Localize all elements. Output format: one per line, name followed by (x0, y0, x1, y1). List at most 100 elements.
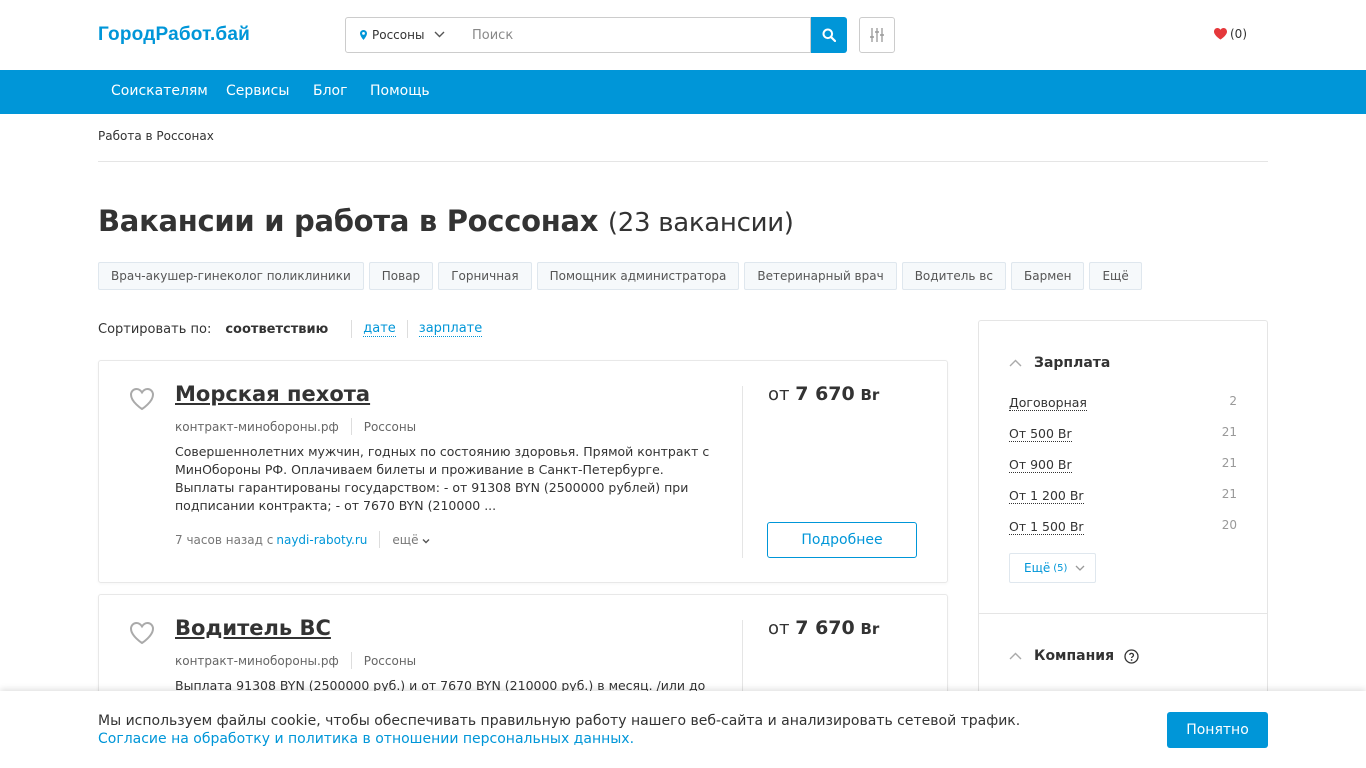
vacancy-source-link[interactable]: naydi-raboty.ru (276, 533, 367, 547)
salary-prefix: от (768, 384, 790, 405)
tag-item[interactable]: Повар (368, 262, 434, 290)
meta-separator (350, 418, 352, 435)
city-select-value: Россоны (372, 28, 425, 42)
salary-filter-option[interactable]: От 1 500 Br 20 (1009, 518, 1237, 535)
tag-item[interactable]: Горничная (438, 262, 532, 290)
favorites-link[interactable]: (0) (1214, 27, 1247, 41)
vacancy-footer: 7 часов назад с naydi-raboty.ru ещё (175, 531, 430, 548)
salary-prefix: от (768, 618, 790, 639)
help-icon[interactable] (1124, 648, 1139, 664)
divider (98, 161, 1268, 162)
cookie-message: Мы используем файлы cookie, чтобы обеспе… (98, 713, 1021, 729)
site-header: ГородРабот.бай Россоны (0) (0, 0, 1366, 70)
vacancy-salary: от 7 670 Br (768, 383, 879, 405)
salary-filter-option[interactable]: От 500 Br 21 (1009, 425, 1237, 442)
nav-item-job-seekers[interactable]: Соискателям (111, 83, 208, 99)
tag-item[interactable]: Помощник администратора (536, 262, 740, 290)
chevron-up-icon (1009, 359, 1022, 367)
salary-more-label: Ещё (1024, 561, 1051, 575)
salary-amount: 7 670 (795, 617, 855, 639)
salary-filter-option[interactable]: От 1 200 Br 21 (1009, 487, 1237, 504)
salary-amount: 7 670 (795, 383, 855, 405)
salary-filter-option[interactable]: Договорная 2 (1009, 394, 1237, 411)
cookie-accept-button[interactable]: Понятно (1167, 712, 1268, 748)
salary-filter-option[interactable]: От 900 Br 21 (1009, 456, 1237, 473)
salary-filter-title: Зарплата (1034, 355, 1111, 371)
salary-filter-label: Договорная (1009, 395, 1087, 411)
salary-filter-label: От 900 Br (1009, 457, 1072, 473)
vacancy-title[interactable]: Водитель ВС (175, 616, 331, 640)
sort-separator (351, 320, 353, 338)
company-filter-heading[interactable]: Компания (1009, 648, 1139, 664)
salary-filter-count: 21 (1221, 425, 1237, 439)
page-title-text: Вакансии и работа в Россонах (98, 204, 599, 238)
nav-item-blog[interactable]: Блог (313, 83, 347, 99)
sort-option-relevance[interactable]: соответствию (225, 322, 340, 337)
salary-filter-count: 21 (1221, 487, 1237, 501)
sort-label: Сортировать по: (98, 321, 212, 337)
salary-filter-label: От 1 500 Br (1009, 519, 1084, 535)
chevron-down-icon (422, 538, 430, 543)
meta-separator (350, 652, 352, 669)
vacancy-count: (23 вакансии) (607, 208, 794, 238)
cookie-text-block: Мы используем файлы cookie, чтобы обеспе… (98, 712, 1020, 748)
vacancy-card: Морская пехота контракт-минобороны.рф Ро… (98, 360, 948, 583)
vacancy-salary: от 7 670 Br (768, 617, 879, 639)
salary-filter-label: От 1 200 Br (1009, 488, 1084, 504)
footer-separator (379, 531, 381, 548)
vacancy-city: Россоны (363, 419, 417, 434)
sort-option-date[interactable]: дате (363, 321, 396, 337)
cookie-banner: Мы используем файлы cookie, чтобы обеспе… (0, 691, 1366, 768)
location-pin-icon (360, 30, 367, 40)
favorites-count: (0) (1230, 27, 1247, 41)
salary-filter-count: 2 (1229, 394, 1237, 408)
tag-item[interactable]: Врач-акушер-гинеколог поликлиники (98, 262, 364, 290)
salary-filter-heading[interactable]: Зарплата (1009, 355, 1110, 371)
sliders-icon (870, 28, 884, 42)
vacancy-company: контракт-минобороны.рф (175, 653, 339, 668)
salary-currency: Br (860, 620, 880, 638)
details-button[interactable]: Подробнее (767, 522, 917, 558)
tags-more-button[interactable]: Ещё (1089, 262, 1142, 290)
favorite-heart-icon[interactable] (129, 387, 155, 411)
sort-option-salary[interactable]: зарплате (418, 321, 483, 337)
sidebar-divider (979, 613, 1267, 614)
salary-filter-label: От 500 Br (1009, 426, 1072, 442)
vacancy-city: Россоны (363, 653, 417, 668)
company-filter-title: Компания (1034, 648, 1115, 664)
search-icon (822, 28, 836, 42)
vacancy-more-label: ещё (392, 532, 419, 547)
vacancy-title[interactable]: Морская пехота (175, 382, 370, 406)
city-select[interactable]: Россоны (345, 17, 458, 53)
vacancy-meta: контракт-минобороны.рф Россоны (175, 418, 416, 435)
privacy-policy-link[interactable]: Согласие на обработку и политика в отнош… (98, 730, 1020, 748)
chevron-down-icon (434, 31, 445, 38)
chevron-up-icon (1009, 652, 1022, 660)
vacancy-more-toggle[interactable]: ещё (392, 533, 430, 547)
salary-currency: Br (860, 386, 880, 404)
favorite-heart-icon[interactable] (129, 621, 155, 645)
tag-item[interactable]: Водитель вс (901, 262, 1006, 290)
breadcrumb: Работа в Россонах (98, 129, 214, 143)
heart-icon (1214, 28, 1227, 40)
vacancy-meta: контракт-минобороны.рф Россоны (175, 652, 416, 669)
search-button[interactable] (811, 17, 847, 53)
sort-separator (406, 320, 408, 338)
nav-item-services[interactable]: Сервисы (226, 83, 289, 99)
filter-button[interactable] (859, 17, 895, 53)
vacancy-company: контракт-минобороны.рф (175, 419, 339, 434)
sort-bar: Сортировать по: соответствию дате зарпла… (98, 320, 483, 338)
tag-item[interactable]: Бармен (1010, 262, 1085, 290)
card-divider (742, 386, 743, 558)
salary-more-button[interactable]: Ещё (5) (1009, 553, 1096, 583)
page-title: Вакансии и работа в Россонах (23 ваканси… (98, 204, 794, 238)
vacancy-posted: 7 часов назад с (175, 532, 274, 547)
chevron-down-icon (1075, 565, 1085, 571)
site-logo[interactable]: ГородРабот.бай (98, 24, 250, 46)
salary-more-count: (5) (1053, 562, 1068, 574)
vacancy-description: Совершеннолетних мужчин, годных по состо… (175, 444, 710, 513)
nav-item-help[interactable]: Помощь (370, 83, 430, 99)
search-input[interactable] (457, 17, 811, 53)
salary-filter-count: 20 (1221, 518, 1237, 532)
tag-item[interactable]: Ветеринарный врач (744, 262, 897, 290)
